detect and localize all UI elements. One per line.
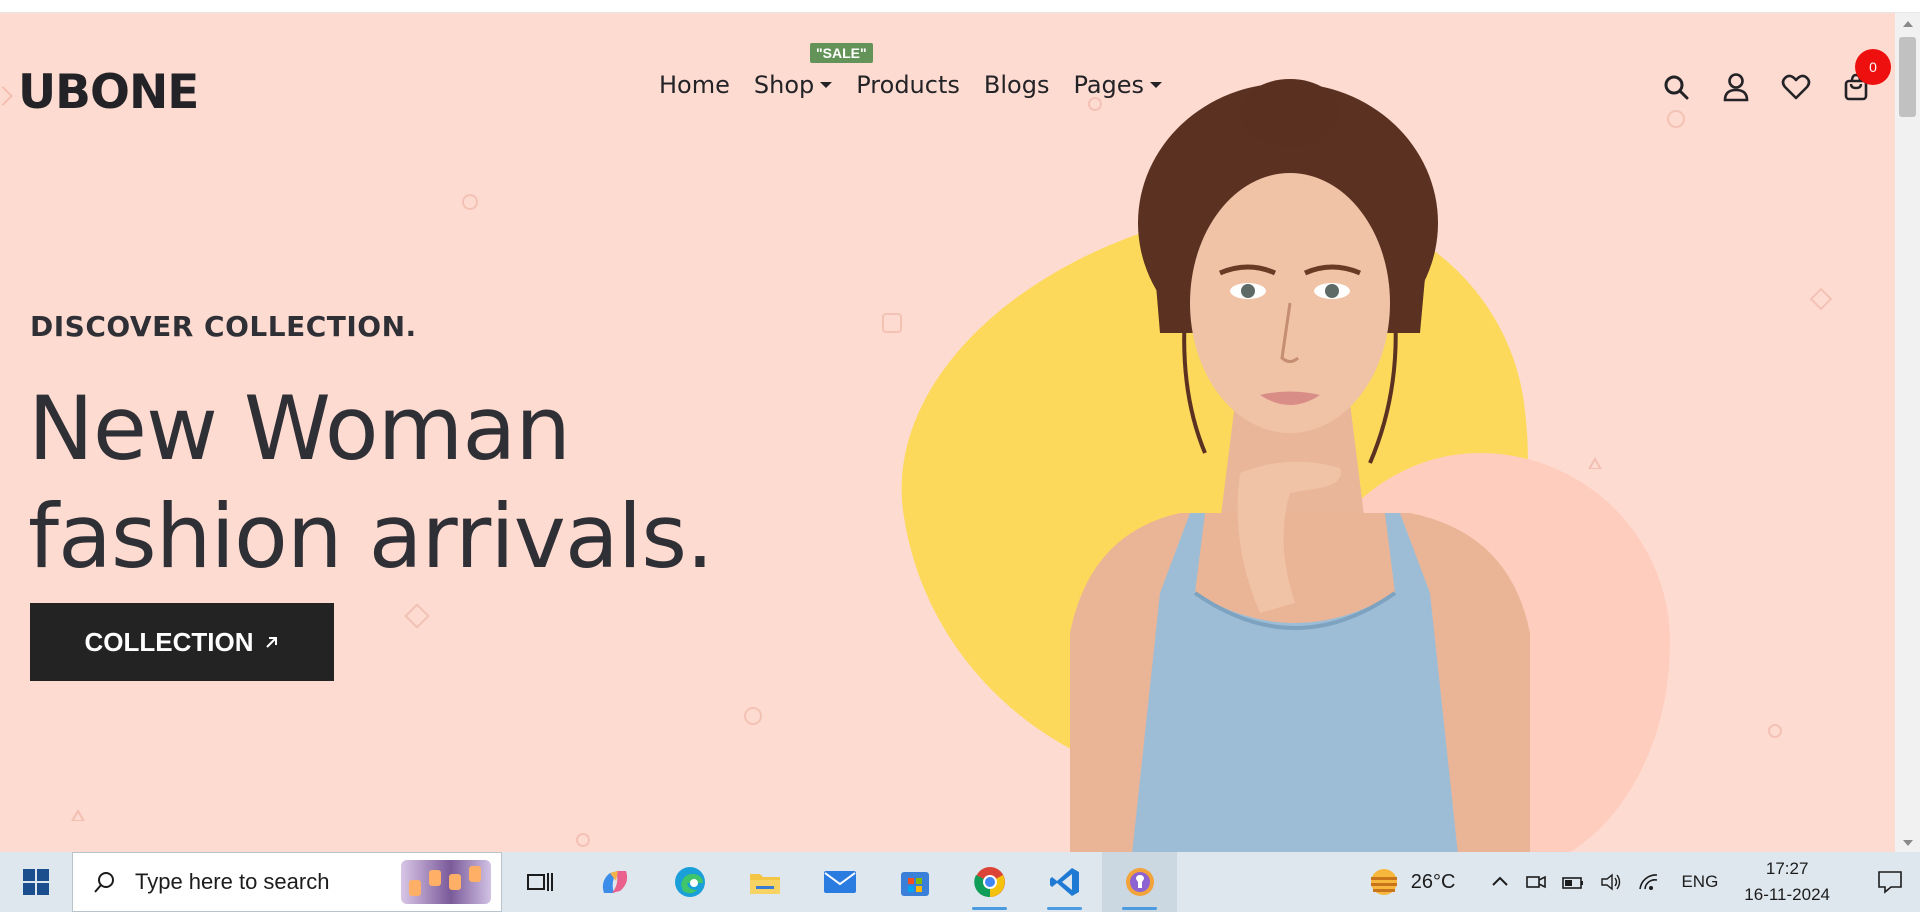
deco-triangle xyxy=(71,809,85,821)
windows-taskbar: Type here to search 26°C ENG 17:27 16-11… xyxy=(0,852,1920,912)
clock-date: 16-11-2024 xyxy=(1744,885,1830,904)
deco-circle xyxy=(744,707,762,725)
deco-arrow xyxy=(0,86,13,106)
arrow-up-right-icon xyxy=(265,637,277,648)
collection-button[interactable]: COLLECTION xyxy=(30,603,334,681)
volume-icon[interactable] xyxy=(1599,871,1623,893)
main-nav: Home Shop Products Blogs Pages xyxy=(659,71,1186,99)
brave-icon[interactable] xyxy=(1102,852,1177,912)
nav-shop-label: Shop xyxy=(753,71,815,99)
nav-home[interactable]: Home xyxy=(659,71,730,99)
user-icon[interactable] xyxy=(1720,71,1752,103)
page-scrollbar[interactable] xyxy=(1895,13,1920,852)
taskbar-search-placeholder: Type here to search xyxy=(135,869,330,894)
deco-circle xyxy=(1667,110,1685,128)
task-view-icon[interactable] xyxy=(502,852,577,912)
scroll-up-arrow-icon[interactable] xyxy=(1903,21,1913,27)
language-indicator[interactable]: ENG xyxy=(1681,872,1718,892)
deco-diamond xyxy=(1809,287,1833,311)
battery-icon[interactable] xyxy=(1561,871,1585,893)
hero-headline-line2: fashion arrivals. xyxy=(28,485,714,588)
meet-camera-icon[interactable] xyxy=(1525,871,1547,893)
deco-circle xyxy=(462,194,478,210)
heart-icon[interactable] xyxy=(1780,71,1812,103)
nav-blogs-label: Blogs xyxy=(983,71,1050,99)
vscode-running-indicator xyxy=(1047,907,1082,910)
taskbar-clock[interactable]: 17:27 16-11-2024 xyxy=(1744,856,1830,908)
windows-start-button[interactable] xyxy=(0,852,72,912)
nav-pages[interactable]: Pages xyxy=(1073,71,1163,99)
weather-hazy-icon xyxy=(1370,869,1397,895)
brave-running-indicator xyxy=(1122,907,1157,910)
deco-circle xyxy=(1768,724,1782,738)
weather-widget[interactable]: 26°C xyxy=(1367,867,1456,897)
page-viewport: UBONE "SALE" Home Shop Products Blogs Pa… xyxy=(0,13,1895,852)
weather-temperature: 26°C xyxy=(1410,870,1456,893)
header-icons xyxy=(1660,71,1872,103)
search-icon xyxy=(94,872,114,893)
store-icon[interactable] xyxy=(877,852,952,912)
mail-icon[interactable] xyxy=(802,852,877,912)
notifications-button[interactable] xyxy=(1860,852,1920,912)
windows-logo-icon xyxy=(23,869,49,895)
chrome-running-indicator xyxy=(972,907,1007,910)
wifi-icon[interactable] xyxy=(1637,871,1661,893)
hero-eyebrow: DISCOVER COLLECTION. xyxy=(30,310,417,343)
notification-icon xyxy=(1878,871,1902,894)
clock-time: 17:27 xyxy=(1765,859,1809,878)
file-explorer-icon[interactable] xyxy=(727,852,802,912)
caret-down-icon xyxy=(820,82,833,88)
tray-icons xyxy=(1489,871,1661,893)
taskbar-search-box[interactable]: Type here to search xyxy=(72,852,502,912)
deco-circle xyxy=(576,833,590,847)
nav-products-label: Products xyxy=(856,71,960,99)
search-icon[interactable] xyxy=(1660,71,1692,103)
nav-shop[interactable]: Shop xyxy=(753,71,833,99)
search-highlight-image xyxy=(401,860,491,904)
cart-count-badge: 0 xyxy=(1855,49,1891,85)
caret-down-icon xyxy=(1150,82,1163,88)
deco-diamond xyxy=(404,603,430,629)
hero-model-image xyxy=(1070,79,1530,852)
collection-button-label: COLLECTION xyxy=(84,626,254,657)
scroll-thumb[interactable] xyxy=(1899,37,1916,117)
nav-home-label: Home xyxy=(659,71,730,99)
hero-headline: New Woman fashion arrivals. xyxy=(28,375,714,591)
site-logo[interactable]: UBONE xyxy=(18,65,199,120)
chrome-icon[interactable] xyxy=(952,852,1027,912)
deco-square xyxy=(882,313,902,333)
edge-icon[interactable] xyxy=(652,852,727,912)
nav-pages-label: Pages xyxy=(1073,71,1145,99)
chevron-up-icon[interactable] xyxy=(1489,871,1511,893)
scroll-down-arrow-icon[interactable] xyxy=(1903,840,1913,846)
vscode-icon[interactable] xyxy=(1027,852,1102,912)
copilot-icon[interactable] xyxy=(577,852,652,912)
nav-products[interactable]: Products xyxy=(856,71,960,99)
browser-top-strip xyxy=(0,0,1920,13)
hero-headline-line1: New Woman xyxy=(28,377,571,480)
nav-blogs[interactable]: Blogs xyxy=(984,71,1050,99)
sale-badge: "SALE" xyxy=(810,43,873,63)
system-tray: 26°C ENG 17:27 16-11-2024 xyxy=(1367,852,1920,912)
